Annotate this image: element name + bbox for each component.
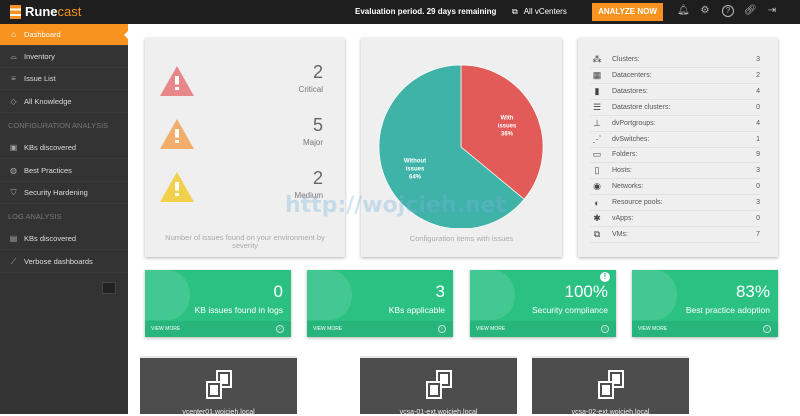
pie-label: 64% [409,175,422,181]
sidebar-item-log-kbs-discovered[interactable]: ▤ KBs discovered [0,228,128,250]
pie-label: With [501,115,514,121]
sidebar-item-security-hardening[interactable]: ⛉ Security Hardening [0,182,128,204]
arrow-circle-icon[interactable]: › [438,325,446,333]
evaluation-notice: Evaluation period. 29 days remaining [355,7,497,16]
pie-label: issues [498,123,517,129]
dvswitch-icon: ⋰ [592,133,602,144]
kbs-applicable-tile[interactable]: 3 KBs applicable VIEW MORE › [307,270,453,337]
datastore-cluster-icon: ☰ [592,101,602,112]
severity-card: 2 Critical 5 Major 2 Medium Number of issue… [145,38,345,257]
sidebar-item-inventory[interactable]: ⌓ Inventory [0,46,128,68]
inventory-row[interactable]: ▮ Datastores: 4 [590,84,760,100]
severity-caption: Number of issues found on your environme… [165,233,325,250]
sidebar-item-dashboard[interactable]: ⌂ Dashboard [0,24,129,46]
host-icon: ▯ [594,165,600,176]
view-more-link[interactable]: VIEW MORE [632,321,778,337]
link-icon[interactable]: 🔗︎ [744,5,757,17]
sidebar-item-issue-list[interactable]: ≡ Issue List [0,68,128,90]
datastore-icon: ▮ [594,85,600,96]
inventory-row[interactable]: ⋰ dvSwitches: 1 [590,132,760,148]
vcenter-tile[interactable]: vcsa-01-ext.wojcieh.local [360,356,517,416]
top-bar: Runecast Evaluation period. 29 days rema… [0,0,800,24]
best-practice-tile[interactable]: 83% Best practice adoption VIEW MORE › [632,270,778,337]
resource-pool-icon: ◐ [594,197,600,208]
arrow-circle-icon[interactable]: › [763,325,771,333]
analyze-now-button[interactable]: ANALYZE NOW [592,3,663,21]
chart-title: Configuration items with issues [409,234,514,243]
inventory-icon: ⌓ [10,51,17,61]
vcenter-icon: ⧉ [512,7,518,16]
inventory-row[interactable]: ⁂ Clusters: 3 [590,52,760,68]
inventory-row[interactable]: ▭ Folders: 9 [590,147,760,164]
datacenter-icon: ▦ [592,69,602,80]
tile-background-icon [307,270,352,320]
gear-icon[interactable]: ⚙ [699,5,711,17]
inventory-row[interactable]: ⊥ dvPortgroups: 4 [590,116,760,132]
tile-background-icon [145,270,190,320]
section-header-configuration: CONFIGURATION ANALYSIS [8,121,109,130]
diamond-icon: ◇ [10,97,17,106]
vcenter-icon [596,370,626,400]
view-more-link[interactable]: VIEW MORE [470,321,616,337]
home-icon: ⌂ [11,30,16,39]
tile-background-icon [632,270,677,320]
inventory-row[interactable]: ☰ Datastore clusters: 0 [590,100,760,116]
alert-icon[interactable]: ! [600,272,610,282]
folder-icon: ▭ [592,149,602,160]
inventory-row[interactable]: ▦ Datacenters: 2 [590,68,760,84]
tile-background-icon [470,270,515,320]
sidebar-item-kbs-discovered[interactable]: ▣ KBs discovered [0,137,128,159]
vm-icon: ⧉ [593,228,601,239]
globe-icon: ◍ [10,166,17,175]
cluster-icon: ⁂ [592,54,602,64]
pie-label: 36% [501,131,514,137]
logout-icon[interactable]: ⇥ [766,5,778,17]
list-icon: ≡ [11,74,16,83]
pie-label: issues [406,167,425,173]
warning-icon [160,172,194,202]
warning-icon [160,119,194,149]
security-compliance-tile[interactable]: 100% Security compliance VIEW MORE › [470,270,616,337]
vcenter-tile[interactable]: vcsa-02-ext.wojcieh.local [532,356,689,416]
sidebar-item-verbose-dashboards[interactable]: ⟋ Verbose dashboards [0,251,128,273]
bell-icon[interactable]: 🔔︎ [677,5,690,17]
severity-critical[interactable]: 2 Critical [160,62,330,106]
section-header-log: LOG ANALYSIS [8,212,62,221]
runecast-logo[interactable]: Runecast [10,4,81,19]
inventory-row[interactable]: ▯ Hosts: 3 [590,163,760,180]
shield-icon: ⛉ [10,187,17,197]
severity-major[interactable]: 5 Major [160,115,330,159]
kb-icon: ▣ [9,143,18,152]
sidebar: ⌂ Dashboard ⌓ Inventory ≡ Issue List ◇ All K… [0,24,129,414]
watermark: http://wojcieh.net [285,193,506,218]
network-icon: ◉ [593,181,601,192]
inventory-row[interactable]: ◐ Resource pools: 3 [590,195,760,212]
vcenter-icon [204,370,234,400]
menu-toggle-icon[interactable] [102,282,116,294]
sidebar-item-all-knowledge[interactable]: ◇ All Knowledge [0,91,128,113]
vcenter-selector[interactable]: ⧉ All vCenters [512,7,567,17]
kb-issues-logs-tile[interactable]: 0 KB issues found in logs VIEW MORE › [145,270,291,337]
pie-card: With issues 36% Without issues 64% Configurat… [361,38,562,257]
pie-label: Without [404,159,426,165]
view-more-link[interactable]: VIEW MORE [145,321,291,337]
help-icon[interactable]: ? [722,5,734,17]
logo-icon [10,4,21,19]
inventory-row[interactable]: ✱ vApps: 0 [590,211,760,227]
warning-icon [160,66,194,96]
view-more-link[interactable]: VIEW MORE [307,321,453,337]
vcenter-icon [424,370,454,400]
dvportgroup-icon: ⊥ [593,117,601,128]
arrow-circle-icon[interactable]: › [601,325,609,333]
inventory-card: ⁂ Clusters: 3 ▦ Datacenters: 2 ▮ Datastores: 4 ☰ D… [578,38,778,257]
arrow-circle-icon[interactable]: › [276,325,284,333]
book-icon: ▤ [9,234,18,243]
inventory-row[interactable]: ⧉ VMs: 7 [590,227,760,243]
vapp-icon: ✱ [593,213,601,223]
sidebar-item-best-practices[interactable]: ◍ Best Practices [0,160,128,182]
vcenter-tile[interactable]: vcenter01.wojcieh.local [140,356,297,416]
inventory-row[interactable]: ◉ Networks: 0 [590,179,760,196]
chart-line-icon: ⟋ [10,256,17,266]
